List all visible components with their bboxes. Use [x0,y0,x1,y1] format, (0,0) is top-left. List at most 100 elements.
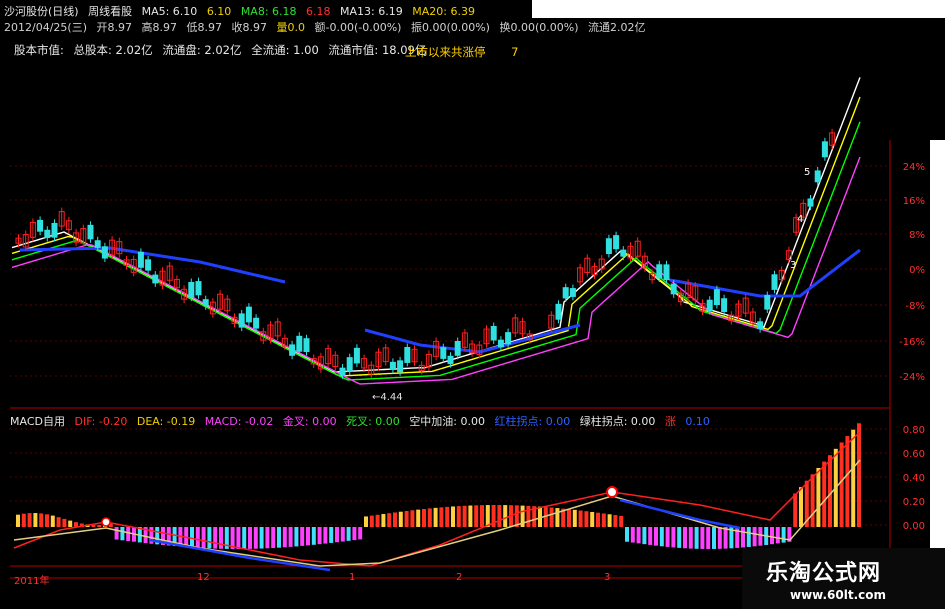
macd-bar [451,506,455,527]
quote-bar: 2012/04/25(三) 开8.97 高8.97 低8.97 收8.97 量0… [4,20,652,36]
candle-body [101,246,108,259]
macd-bar [723,527,728,549]
macd-bar [758,527,763,546]
macd-bar [381,514,386,527]
macd-bar [822,461,827,527]
candle-body [505,332,512,345]
candle-body [188,281,195,298]
candle-body [44,229,51,239]
wave-label-5: 5 [804,167,810,178]
macd-bar [213,527,218,549]
macd-dif: DIF: -0.20 [74,415,128,428]
macd-bar [810,474,815,527]
limit-up-number: 7 [511,45,519,59]
macd-bar [236,527,241,549]
macd-name[interactable]: MACD自用 [10,415,65,428]
candle-body [613,235,620,250]
macd-bar [416,509,421,527]
macd-bar [619,515,624,527]
candle-body [490,326,497,341]
quote-date: 2012/04/25(三) [4,21,87,34]
macd-bar [39,513,44,527]
macd-bar [746,527,751,547]
ma5-line [11,77,861,373]
total-shares: 总股本: 2.02亿 [73,43,153,57]
macd-bar [845,436,850,527]
candle-body [605,238,612,254]
limit-up-label: 上市以来共涨停 [405,45,486,59]
candle-body [202,299,209,307]
macd-bar [404,510,409,527]
macd-bar [625,527,629,542]
candle-body [195,281,202,296]
macd-bar [590,511,595,527]
candle-body [454,340,461,356]
limit-up-count: 上市以来共涨停 7 [405,44,540,60]
macd-bar [741,527,745,548]
macd-bar [694,527,699,549]
macd-bar [427,508,432,527]
macd-bar [114,527,119,540]
stock-chart-canvas[interactable]: ←4.44 5 4 3 [0,0,945,609]
candle-body [145,259,152,271]
macd-bar [277,527,281,548]
pct-tick: -8% [905,301,925,312]
candle-body [37,219,44,232]
macd-bar [688,527,693,549]
macd-bar [242,527,247,549]
macd-bar [456,506,461,527]
macd-bar [410,510,415,527]
candle-body [757,321,764,330]
macd-bar [683,527,687,549]
macd-bar [480,505,484,527]
capital-info: 股本市值: 总股本: 2.02亿 流通盘: 2.02亿 全流通: 1.00 流通… [14,42,432,58]
quote-float: 流通2.02亿 [588,21,646,34]
candle-body [238,313,245,328]
quote-amplitude: 振0.00(0.00%) [410,21,490,34]
macd-bar [474,505,479,527]
macd-bar [816,467,821,527]
candle-body [87,224,94,240]
x-tick: 12 [197,572,210,583]
candle-body [670,283,677,295]
macd-bar [219,527,223,549]
macd-bar [572,509,577,527]
ma8-line [11,96,861,377]
macd-tick: 0.60 [902,449,925,460]
candle-body [440,347,447,359]
macd-bar [584,511,589,527]
air-refuel: 空中加油: 0.00 [409,415,486,428]
dead-cross: 死叉: 0.00 [346,415,400,428]
quote-close: 收8.97 [231,21,267,34]
candle-body [555,303,562,320]
blank-toolbar-area [532,0,945,18]
macd-bar [775,527,780,544]
right-side-panel [930,140,945,548]
macd-bar [717,527,722,549]
candle-body [807,198,814,207]
candle-body [713,289,720,306]
candle-body [620,249,627,257]
macd-bar [770,527,774,545]
view-mode[interactable]: 周线看股 [88,5,132,18]
macd-tick: 0.00 [902,521,925,532]
candle-body [339,367,346,376]
macd-bar [578,510,583,527]
quote-volume: 量0.0 [276,21,305,34]
macd-bar [642,527,647,545]
macd-bar [364,516,368,527]
candle-body [447,355,454,365]
ma5-value: MA5: 6.10 [141,5,198,18]
macd-bar [636,527,641,544]
ma20-value: MA20: 6.39 [412,5,475,18]
stock-name[interactable]: 沙河股份(日线) [4,5,79,18]
macd-bar [282,527,287,548]
header-bar: 沙河股份(日线) 周线看股 MA5: 6.10 6.10 MA8: 6.18 6… [4,4,481,20]
macd-bar [526,505,531,527]
candle-body [389,361,396,371]
macd-bar [27,513,32,527]
macd-bar [468,505,473,527]
macd-bar [613,515,618,527]
macd-bar [752,527,757,547]
candle-body [814,170,821,183]
